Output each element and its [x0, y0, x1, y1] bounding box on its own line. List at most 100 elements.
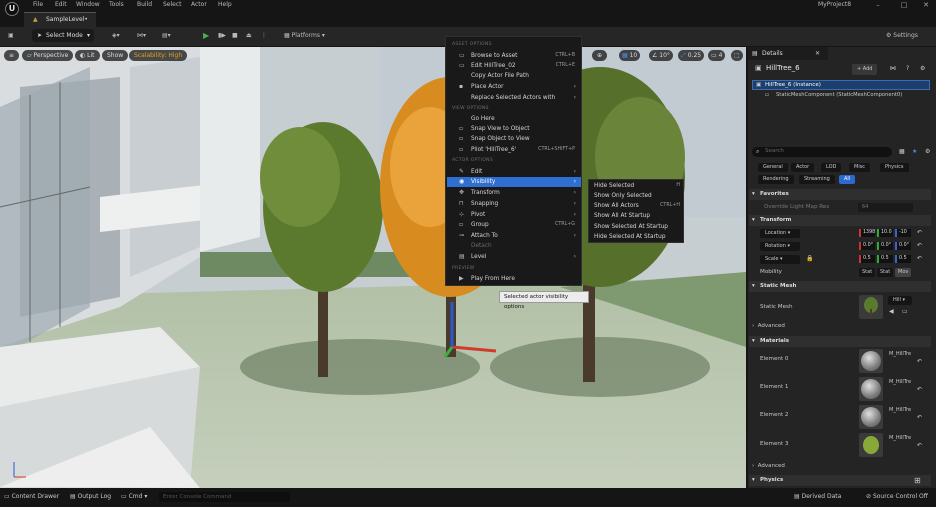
menu-snap-object-to-view[interactable]: ▫ Snap Object to View: [447, 134, 581, 144]
element-2-thumbnail[interactable]: [859, 405, 883, 429]
output-log-button[interactable]: ▤ Output Log: [70, 493, 111, 500]
angle-snap-button[interactable]: ∠ 10°: [649, 50, 673, 61]
submenu-hide-selected[interactable]: Hide Selected H: [594, 181, 682, 191]
reset-location-icon[interactable]: ↶: [917, 229, 922, 236]
static-mesh-dropdown[interactable]: Hill ▾: [888, 296, 912, 305]
menu-edit-asset[interactable]: ▭ Edit HillTree_02 CTRL+E: [447, 61, 581, 71]
filter-lod[interactable]: LOD: [821, 163, 842, 172]
menu-edit[interactable]: ✎ Edit ›: [447, 167, 581, 177]
settings-icon[interactable]: ⚙: [920, 65, 925, 72]
filter-streaming[interactable]: Streaming: [799, 175, 835, 184]
menu-copy-actor-path[interactable]: Copy Actor File Path: [447, 71, 581, 81]
browse-icon[interactable]: ▭: [902, 308, 908, 315]
grid-view-icon[interactable]: ▦: [899, 148, 905, 155]
menu-select[interactable]: Select: [163, 0, 182, 9]
element-0-value[interactable]: M_HillTre: [889, 351, 911, 357]
element-3-value[interactable]: M_HillTre: [889, 435, 911, 441]
cinematics-icon[interactable]: ▤▾: [162, 30, 171, 42]
menu-help[interactable]: Help: [218, 0, 232, 9]
level-viewport[interactable]: [0, 47, 746, 488]
filter-general[interactable]: General: [758, 163, 788, 172]
favorite-star-icon[interactable]: ★: [912, 148, 917, 155]
save-icon[interactable]: ▣: [8, 30, 14, 42]
rotation-dropdown[interactable]: Rotation ▾: [760, 242, 800, 251]
show-button[interactable]: Show: [102, 50, 129, 61]
scale-z[interactable]: 0.5: [895, 255, 911, 263]
menu-pilot[interactable]: ▫ Pilot 'HillTree_6' CTRL+SHIFT+P: [447, 145, 581, 155]
menu-visibility[interactable]: ◉ Visibility ›: [447, 177, 581, 187]
lock-scale-icon[interactable]: 🔒: [806, 255, 813, 262]
menu-snap-view-to-object[interactable]: ▫ Snap View to Object: [447, 124, 581, 134]
element-0-thumbnail[interactable]: [859, 349, 883, 373]
submenu-show-all-actors[interactable]: Show All Actors CTRL+H: [594, 201, 682, 211]
menu-play-from-here[interactable]: ▶ Play From Here: [447, 274, 581, 284]
actor-name[interactable]: HillTree_6: [766, 64, 800, 72]
level-tab[interactable]: ▲ SampleLevel•: [24, 12, 96, 27]
menu-place-actor[interactable]: ▪ Place Actor ›: [447, 82, 581, 92]
scale-x[interactable]: 0.5: [859, 255, 875, 263]
section-transform[interactable]: ▾ Transform: [749, 215, 931, 226]
minimize-button[interactable]: –: [870, 0, 886, 10]
element-1-value[interactable]: M_HillTre: [889, 379, 911, 385]
select-mode-dropdown[interactable]: ➤ Select Mode ▾: [32, 29, 94, 42]
materials-advanced[interactable]: › Advanced: [752, 463, 785, 469]
lit-button[interactable]: ◐ Lit: [75, 50, 100, 61]
settings-button[interactable]: ⚙ Settings: [886, 30, 918, 42]
unreal-logo-icon[interactable]: U: [5, 2, 19, 16]
filter-physics[interactable]: Physics: [880, 163, 909, 172]
add-content-icon[interactable]: ◈▾: [112, 30, 120, 42]
eject-button[interactable]: ⏏: [246, 30, 252, 42]
platforms-button[interactable]: ▦ Platforms ▾: [284, 30, 325, 42]
element-1-thumbnail[interactable]: [859, 377, 883, 401]
location-dropdown[interactable]: Location ▾: [760, 229, 800, 238]
menu-group[interactable]: ▫ Group CTRL+G: [447, 220, 581, 230]
menu-snapping[interactable]: ⊓ Snapping ›: [447, 199, 581, 209]
static-mesh-advanced[interactable]: › Advanced: [752, 323, 785, 329]
filter-rendering[interactable]: Rendering: [758, 175, 794, 184]
console-command-input[interactable]: Enter Console Command: [159, 492, 290, 502]
menu-attach-to[interactable]: ⊸ Attach To ›: [447, 231, 581, 241]
close-details-icon[interactable]: ✕: [815, 50, 820, 57]
content-drawer-button[interactable]: ▭ Content Drawer: [4, 493, 59, 500]
details-search-input[interactable]: ⌕ Search: [752, 147, 892, 157]
scalability-warning[interactable]: Scalability: High: [129, 50, 188, 61]
reset-element-0-icon[interactable]: ↶: [917, 358, 922, 365]
filter-all[interactable]: All: [839, 175, 856, 184]
location-x[interactable]: 1398: [859, 229, 875, 237]
menu-edit[interactable]: Edit: [55, 0, 67, 9]
menu-transform[interactable]: ✥ Transform ›: [447, 188, 581, 198]
menu-browse-to-asset[interactable]: ▭ Browse to Asset CTRL+B: [447, 51, 581, 61]
scale-snap-button[interactable]: ⤢ 0.25: [678, 50, 705, 61]
menu-file[interactable]: File: [33, 0, 43, 9]
cmd-dropdown[interactable]: ▭ Cmd ▾: [121, 493, 147, 500]
location-z[interactable]: -10: [895, 229, 911, 237]
mobility-stationary[interactable]: Stat: [877, 268, 894, 277]
menu-pivot[interactable]: ⊹ Pivot ›: [447, 210, 581, 220]
mobility-movable[interactable]: Mov: [895, 268, 912, 277]
world-local-icon[interactable]: ⊕: [592, 50, 608, 61]
rotation-y[interactable]: 0.0°: [877, 242, 893, 250]
section-static-mesh[interactable]: ▾ Static Mesh: [749, 281, 931, 292]
scale-y[interactable]: 0.5: [877, 255, 893, 263]
maximize-viewport-icon[interactable]: ⬚: [731, 50, 743, 61]
section-materials[interactable]: ▾ Materials: [749, 336, 931, 347]
source-control-button[interactable]: ⊘ Source Control Off: [866, 493, 928, 500]
add-component-button[interactable]: + Add: [852, 64, 878, 75]
reset-rotation-icon[interactable]: ↶: [917, 242, 922, 249]
static-mesh-component-row[interactable]: ▫ StaticMeshComponent (StaticMeshCompone…: [752, 91, 930, 101]
reset-element-3-icon[interactable]: ↶: [917, 442, 922, 449]
play-options-icon[interactable]: ⋮: [261, 30, 267, 42]
derived-data-button[interactable]: ▤ Derived Data: [794, 493, 841, 500]
stop-button[interactable]: ■: [232, 30, 238, 42]
gamepad-icon[interactable]: ⊞: [914, 476, 921, 485]
menu-replace-actors[interactable]: Replace Selected Actors with ›: [447, 93, 581, 103]
location-y[interactable]: 10.0: [877, 229, 893, 237]
static-mesh-thumbnail[interactable]: [859, 295, 883, 319]
blueprint-convert-icon[interactable]: ⋈: [890, 65, 896, 72]
submenu-show-only-selected[interactable]: Show Only Selected: [594, 191, 682, 201]
grid-snap-button[interactable]: ▦ 10: [619, 50, 641, 61]
scale-dropdown[interactable]: Scale ▾: [760, 255, 800, 264]
filter-actor[interactable]: Actor: [791, 163, 815, 172]
mobility-static[interactable]: Stat: [859, 268, 876, 277]
viewport-menu-icon[interactable]: ≡: [4, 50, 20, 61]
